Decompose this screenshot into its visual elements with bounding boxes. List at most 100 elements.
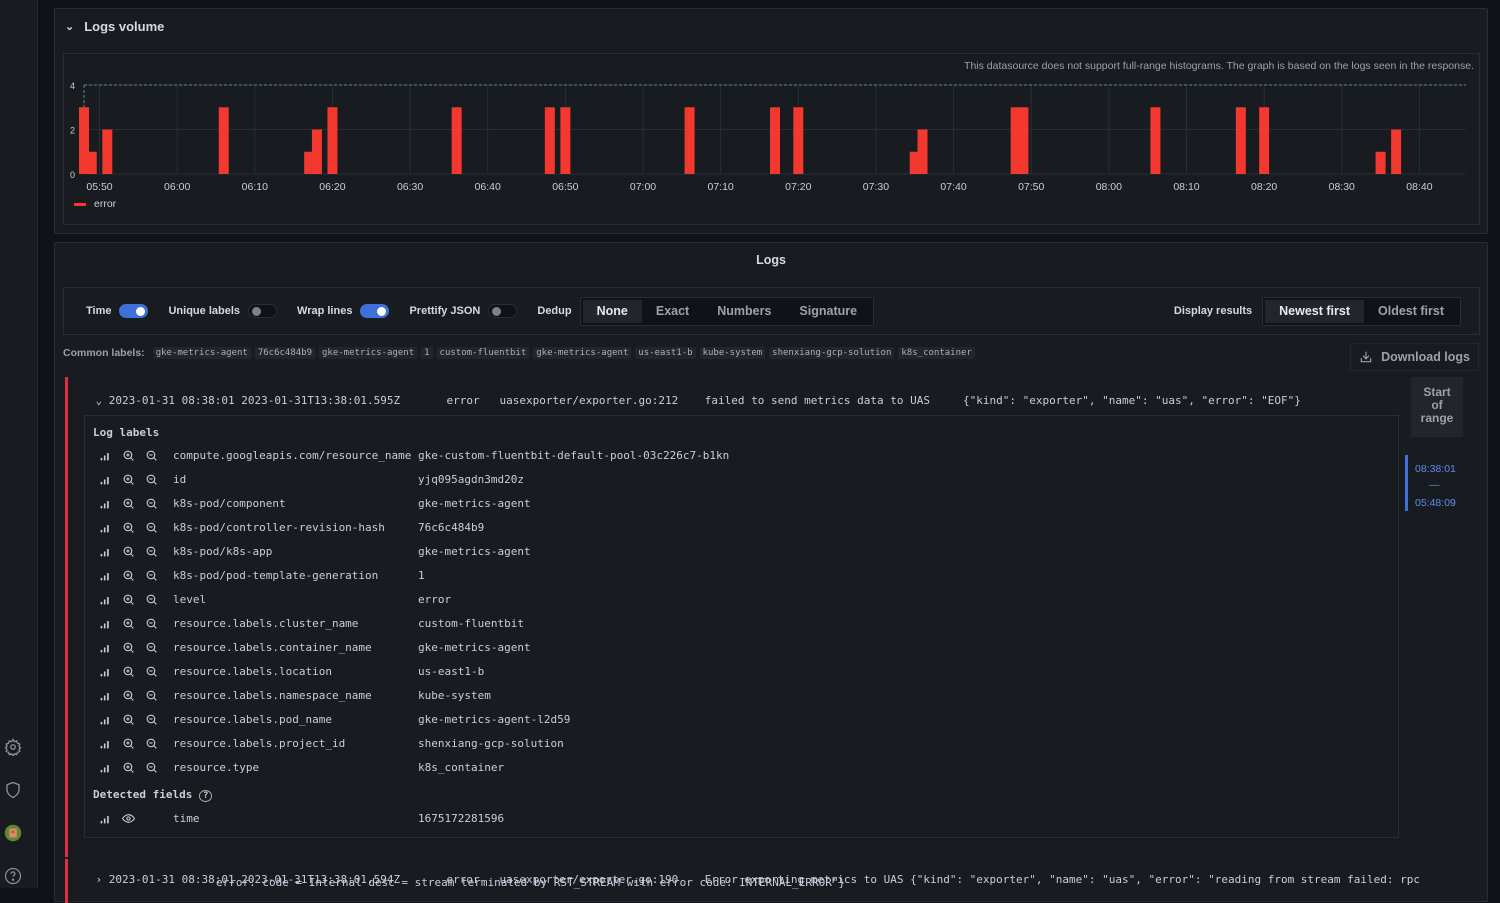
bar-error [451,107,462,174]
x-tick-label: 07:20 [785,181,811,193]
stats-icon[interactable] [99,812,112,825]
time-switch[interactable] [119,304,149,318]
dedup-option-numbers[interactable]: Numbers [703,300,785,323]
zoom-in-icon[interactable] [122,593,135,606]
wrap-lines-toggle[interactable]: Wrap lines [297,304,390,318]
zoom-out-icon[interactable] [145,665,158,678]
zoom-in-icon[interactable] [122,569,135,582]
zoom-out-icon[interactable] [145,617,158,630]
dedup-label: Dedup [537,305,572,317]
zoom-in-icon[interactable] [122,473,135,486]
chevron-down-icon[interactable]: ⌄ [96,394,103,407]
stats-icon[interactable] [99,449,112,462]
unique-labels-toggle[interactable]: Unique labels [168,304,278,318]
stats-icon[interactable] [99,545,112,558]
zoom-in-icon[interactable] [122,497,135,510]
download-logs-button[interactable]: Download logs [1350,343,1479,371]
zoom-out-icon[interactable] [145,449,158,462]
zoom-out-icon[interactable] [145,497,158,510]
help-icon[interactable] [4,867,22,885]
label-key: compute.googleapis.com/resource_name [173,448,412,462]
x-tick-label: 07:10 [708,181,734,193]
stats-icon[interactable] [99,497,112,510]
stats-icon[interactable] [99,473,112,486]
prettify-json-label: Prettify JSON [409,305,481,317]
shield-icon[interactable] [4,781,22,799]
label-key: resource.labels.container_name [173,640,372,654]
zoom-in-icon[interactable] [122,737,135,750]
x-tick-label: 06:50 [552,181,578,193]
zoom-out-icon[interactable] [145,689,158,702]
display-results-segmented: Newest first Oldest first [1262,296,1461,326]
range-from: 08:38:01 [1415,463,1456,475]
zoom-in-icon[interactable] [122,689,135,702]
unique-labels-switch[interactable] [248,304,278,318]
stats-icon[interactable] [99,665,112,678]
zoom-in-icon[interactable] [122,449,135,462]
log-label-row: resource.labels.pod_name gke-metrics-agen… [99,711,570,727]
zoom-out-icon[interactable] [145,521,158,534]
common-label-chip: gke-metrics-agent [319,347,418,359]
zoom-out-icon[interactable] [145,737,158,750]
label-key: resource.labels.namespace_name [173,688,372,702]
oldest-first-option[interactable]: Oldest first [1364,300,1458,323]
stats-icon[interactable] [99,737,112,750]
zoom-in-icon[interactable] [122,665,135,678]
stats-icon[interactable] [99,713,112,726]
start-of-range-button[interactable]: Start of range [1411,377,1463,437]
newest-first-option[interactable]: Newest first [1265,299,1364,323]
x-tick-label: 06:20 [319,181,345,193]
zoom-out-icon[interactable] [145,641,158,654]
x-tick-label: 06:10 [242,181,268,193]
zoom-out-icon[interactable] [145,569,158,582]
dedup-option-signature[interactable]: Signature [785,300,871,323]
zoom-in-icon[interactable] [122,617,135,630]
logs-title: Logs [756,253,786,267]
label-key: k8s-pod/controller-revision-hash [173,520,385,534]
zoom-in-icon[interactable] [122,545,135,558]
chevron-right-icon[interactable]: › [96,873,103,886]
zoom-out-icon[interactable] [145,761,158,774]
wrap-lines-switch[interactable] [360,304,390,318]
logs-volume-header[interactable]: ⌄ Logs volume [65,19,164,34]
stats-icon[interactable] [99,617,112,630]
zoom-in-icon[interactable] [122,521,135,534]
bar-error [1235,107,1246,174]
bar-error [102,129,113,174]
stats-icon[interactable] [99,593,112,606]
log-row-text: 2023-01-31 08:38:01 2023-01-31T13:38:01.… [108,394,1301,407]
dedup-option-exact[interactable]: Exact [642,300,703,323]
chart-legend[interactable]: error [74,198,116,210]
avatar[interactable] [4,824,22,842]
gear-icon[interactable] [4,738,22,758]
prettify-json-switch[interactable] [488,304,518,318]
zoom-out-icon[interactable] [145,545,158,558]
zoom-out-icon[interactable] [145,473,158,486]
logs-volume-panel: ⌄ Logs volume This datasource does not s… [54,8,1488,234]
label-key: resource.labels.project_id [173,736,346,750]
bar-error [327,107,338,174]
x-tick-label: 06:00 [164,181,190,193]
stats-icon[interactable] [99,569,112,582]
dedup-option-none[interactable]: None [582,299,642,323]
stats-icon[interactable] [99,761,112,774]
zoom-in-icon[interactable] [122,761,135,774]
zoom-in-icon[interactable] [122,641,135,654]
stats-icon[interactable] [99,641,112,654]
stats-icon[interactable] [99,521,112,534]
x-tick-label: 06:40 [475,181,501,193]
info-icon[interactable]: ? [198,790,213,802]
wrap-lines-label: Wrap lines [297,305,353,317]
label-value: yjq095agdn3md20z [418,472,524,486]
chevron-down-icon[interactable]: ⌄ [65,20,74,33]
prettify-json-toggle[interactable]: Prettify JSON [409,304,518,318]
common-labels: Common labels: gke-metrics-agent 76c6c48… [63,347,975,359]
bar-error [917,129,928,174]
stats-icon[interactable] [99,689,112,702]
zoom-out-icon[interactable] [145,713,158,726]
zoom-out-icon[interactable] [145,593,158,606]
eye-icon[interactable] [122,812,135,825]
time-toggle[interactable]: Time [86,304,149,318]
zoom-in-icon[interactable] [122,713,135,726]
x-tick-label: 08:30 [1329,181,1355,193]
